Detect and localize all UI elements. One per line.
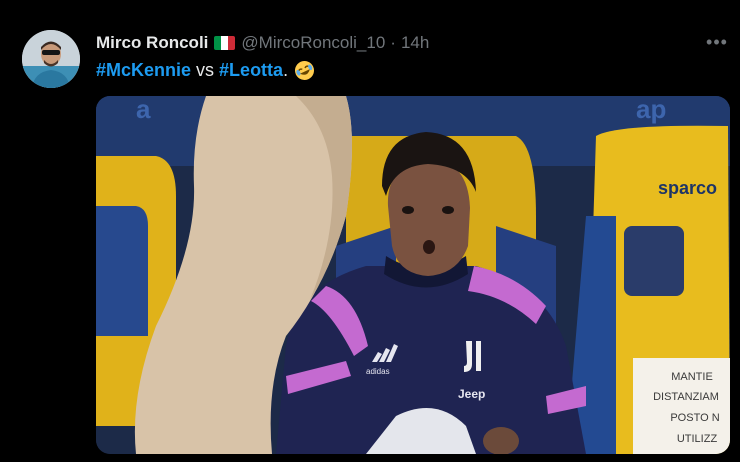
seat-logo-sparco: sparco xyxy=(658,178,717,198)
italy-flag-icon xyxy=(214,36,236,50)
avatar[interactable] xyxy=(22,30,80,88)
kit-brand-text: adidas xyxy=(366,367,390,376)
tweet-media-photo[interactable]: a ap sparco MANTIE DISTANZIAM POSTO N UT… xyxy=(96,96,730,454)
tweet-text: #McKennie vs #Leotta . xyxy=(96,58,315,82)
notice-line-3: POSTO N xyxy=(670,412,719,424)
tweet-text-vs: vs xyxy=(191,60,220,80)
more-options-icon[interactable]: ••• xyxy=(700,32,734,52)
svg-text:ap: ap xyxy=(636,96,666,124)
hashtag-mckennie[interactable]: #McKennie xyxy=(96,58,191,82)
tweet[interactable]: Mirco Roncoli @MircoRoncoli_10 · 14h •••… xyxy=(0,0,740,462)
svg-text:a: a xyxy=(136,96,151,124)
display-name[interactable]: Mirco Roncoli xyxy=(96,33,208,53)
rolling-on-floor-laughing-emoji-icon xyxy=(294,60,315,81)
notice-line-1: MANTIE xyxy=(671,371,713,383)
notice-line-4: UTILIZZ xyxy=(677,433,718,445)
tweet-text-period: . xyxy=(283,60,289,80)
notice-line-2: DISTANZIAM xyxy=(653,391,719,403)
hashtag-leotta[interactable]: #Leotta xyxy=(219,58,283,82)
avatar-image xyxy=(22,30,80,88)
user-handle[interactable]: @MircoRoncoli_10 xyxy=(241,33,385,53)
timestamp[interactable]: 14h xyxy=(401,33,429,53)
tweet-header: Mirco Roncoli @MircoRoncoli_10 · 14h xyxy=(96,33,429,53)
sponsor-text: Jeep xyxy=(458,387,485,401)
photo-bench-scene: a ap sparco MANTIE DISTANZIAM POSTO N UT… xyxy=(96,96,730,454)
separator-dot: · xyxy=(390,33,396,52)
